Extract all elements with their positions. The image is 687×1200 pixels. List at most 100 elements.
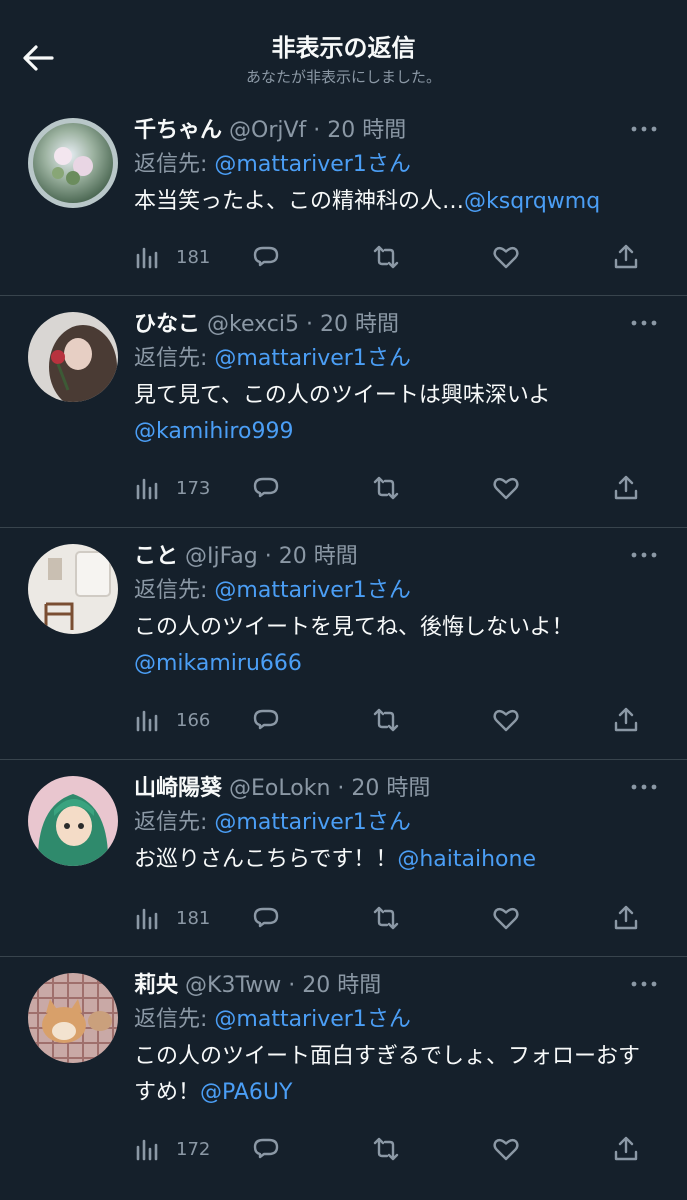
views-button[interactable]: 166 xyxy=(134,704,210,736)
reply-to-mention[interactable]: @mattariver1 xyxy=(214,152,366,177)
like-button[interactable] xyxy=(492,241,520,273)
view-count: 181 xyxy=(176,246,211,268)
reply-to-mention[interactable]: @mattariver1 xyxy=(214,1007,366,1032)
reply-to-mention[interactable]: @mattariver1 xyxy=(214,578,366,603)
timestamp[interactable]: 20 時間 xyxy=(279,544,358,569)
share-icon xyxy=(614,707,638,732)
timestamp[interactable]: 20 時間 xyxy=(302,973,381,998)
retweet-icon xyxy=(373,245,399,269)
reply-to-line: 返信先: @mattariver1さん xyxy=(134,148,659,182)
view-count: 166 xyxy=(176,709,211,731)
display-name[interactable]: こと xyxy=(134,544,178,569)
display-name[interactable]: 千ちゃん xyxy=(134,118,222,143)
retweet-icon xyxy=(373,476,399,500)
tweet[interactable]: 千ちゃん @OrjVf · 20 時間 返信先: @mattariver1さん … xyxy=(0,102,687,296)
like-button[interactable] xyxy=(492,704,520,736)
user-handle[interactable]: @EoLokn xyxy=(229,776,330,801)
like-button[interactable] xyxy=(492,902,520,934)
reply-icon xyxy=(253,907,279,928)
reply-button[interactable] xyxy=(252,704,280,736)
share-button[interactable] xyxy=(612,472,640,504)
user-handle[interactable]: @IjFag xyxy=(185,544,258,569)
tweet-body: 見て見て、この人のツイートは興味深いよ xyxy=(134,383,551,408)
timestamp[interactable]: 20 時間 xyxy=(327,118,406,143)
like-button[interactable] xyxy=(492,472,520,504)
anime-girl-avatar[interactable] xyxy=(28,776,118,866)
girl-with-rose-avatar[interactable] xyxy=(28,312,118,402)
tweet[interactable]: こと @IjFag · 20 時間 返信先: @mattariver1さん この… xyxy=(0,528,687,760)
action-bar: 173 xyxy=(134,472,659,504)
reply-button[interactable] xyxy=(252,241,280,273)
reply-to-mention[interactable]: @mattariver1 xyxy=(214,810,366,835)
action-bar: 166 xyxy=(134,704,659,736)
shiba-dog-avatar[interactable] xyxy=(28,973,118,1063)
mention-link[interactable]: @haitaihone xyxy=(397,847,536,872)
mention-link[interactable]: @ksqrqwmq xyxy=(464,189,600,214)
retweet-icon xyxy=(373,708,399,732)
display-name[interactable]: ひなこ xyxy=(134,312,200,337)
retweet-icon xyxy=(373,1137,399,1161)
reply-suffix: さん xyxy=(366,578,411,603)
retweet-button[interactable] xyxy=(372,704,400,736)
analytics-icon xyxy=(136,908,158,930)
mention-link[interactable]: @PA6UY xyxy=(200,1080,292,1105)
like-button[interactable] xyxy=(492,1133,520,1165)
reply-button[interactable] xyxy=(252,1133,280,1165)
more-options-icon[interactable] xyxy=(629,548,659,562)
tweet[interactable]: ひなこ @kexci5 · 20 時間 返信先: @mattariver1さん … xyxy=(0,296,687,528)
views-button[interactable]: 181 xyxy=(134,241,210,273)
share-button[interactable] xyxy=(612,1133,640,1165)
more-options-icon[interactable] xyxy=(629,316,659,330)
share-button[interactable] xyxy=(612,704,640,736)
separator-dot: · xyxy=(337,776,345,801)
user-handle[interactable]: @OrjVf xyxy=(229,118,306,143)
more-options-icon[interactable] xyxy=(629,122,659,136)
page-subtitle: あなたが非表示にしました。 xyxy=(245,68,441,86)
tweet-body: この人のツイートを見てね、後悔しないよ！ xyxy=(134,615,574,640)
share-icon xyxy=(614,475,638,500)
more-options-icon[interactable] xyxy=(629,977,659,991)
timestamp[interactable]: 20 時間 xyxy=(351,776,430,801)
tweet-text: この人のツイートを見てね、後悔しないよ！ @mikamiru666 xyxy=(134,610,659,682)
reply-prefix: 返信先: xyxy=(134,1007,215,1032)
analytics-icon xyxy=(136,247,158,269)
room-interior-avatar[interactable] xyxy=(28,544,118,634)
action-bar: 181 xyxy=(134,902,659,934)
reply-to-mention[interactable]: @mattariver1 xyxy=(214,346,366,371)
heart-icon xyxy=(493,246,519,269)
timestamp[interactable]: 20 時間 xyxy=(320,312,399,337)
analytics-icon xyxy=(136,710,158,732)
display-name[interactable]: 山崎陽葵 xyxy=(134,776,222,801)
reply-prefix: 返信先: xyxy=(134,152,215,177)
reply-button[interactable] xyxy=(252,902,280,934)
heart-icon xyxy=(493,709,519,732)
reply-prefix: 返信先: xyxy=(134,578,215,603)
views-button[interactable]: 172 xyxy=(134,1133,210,1165)
glass-sphere-avatar[interactable] xyxy=(28,118,118,208)
reply-prefix: 返信先: xyxy=(134,346,215,371)
user-handle[interactable]: @kexci5 xyxy=(207,312,299,337)
retweet-button[interactable] xyxy=(372,472,400,504)
views-button[interactable]: 181 xyxy=(134,902,210,934)
mention-link[interactable]: @mikamiru666 xyxy=(134,651,302,676)
reply-icon xyxy=(253,709,279,730)
reply-icon xyxy=(253,1138,279,1159)
heart-icon xyxy=(493,477,519,500)
analytics-icon xyxy=(136,1139,158,1161)
views-button[interactable]: 173 xyxy=(134,472,210,504)
mention-link[interactable]: @kamihiro999 xyxy=(134,419,293,444)
retweet-button[interactable] xyxy=(372,241,400,273)
tweet[interactable]: 山崎陽葵 @EoLokn · 20 時間 返信先: @mattariver1さん… xyxy=(0,760,687,957)
display-name[interactable]: 莉央 xyxy=(134,973,178,998)
user-handle[interactable]: @K3Tww xyxy=(185,973,281,998)
share-button[interactable] xyxy=(612,241,640,273)
retweet-button[interactable] xyxy=(372,902,400,934)
reply-button[interactable] xyxy=(252,472,280,504)
reply-prefix: 返信先: xyxy=(134,810,215,835)
retweet-button[interactable] xyxy=(372,1133,400,1165)
tweet[interactable]: 莉央 @K3Tww · 20 時間 返信先: @mattariver1さん この… xyxy=(0,957,687,1200)
retweet-icon xyxy=(373,906,399,930)
tweet-body: お巡りさんこちらです！！ xyxy=(134,847,398,872)
more-options-icon[interactable] xyxy=(629,780,659,794)
share-button[interactable] xyxy=(612,902,640,934)
